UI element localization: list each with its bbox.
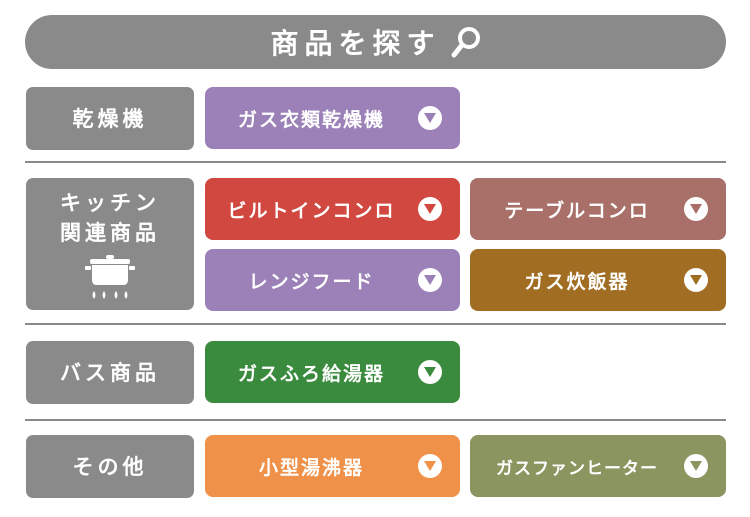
chevron-down-icon <box>684 268 708 292</box>
button-label: ガスファンヒーター <box>496 458 658 479</box>
category-bath-label: バス商品 <box>60 360 160 385</box>
category-other: その他 <box>26 435 194 498</box>
divider <box>25 323 726 325</box>
gas-clothes-dryer-button[interactable]: ガス衣類乾燥機 <box>205 87 460 149</box>
range-hood-button[interactable]: レンジフード <box>205 249 460 311</box>
button-label: ビルトインコンロ <box>227 199 396 222</box>
chevron-down-icon <box>418 454 442 478</box>
category-bath: バス商品 <box>26 341 194 404</box>
button-label: テーブルコンロ <box>504 199 650 222</box>
category-dryer: 乾燥機 <box>26 87 194 150</box>
builtin-stove-button[interactable]: ビルトインコンロ <box>205 178 460 240</box>
gas-fan-heater-button[interactable]: ガスファンヒーター <box>470 435 726 497</box>
button-label: ガスふろ給湯器 <box>237 362 385 385</box>
category-kitchen: キッチン 関連商品 <box>26 178 194 310</box>
gas-rice-cooker-button[interactable]: ガス炊飯器 <box>470 249 726 311</box>
button-label: レンジフード <box>248 270 375 293</box>
chevron-down-icon <box>418 197 442 221</box>
chevron-down-icon <box>418 360 442 384</box>
chevron-down-icon <box>418 268 442 292</box>
button-label: ガス炊飯器 <box>524 270 630 293</box>
divider <box>25 161 726 163</box>
chevron-down-icon <box>684 454 708 478</box>
chevron-down-icon <box>684 197 708 221</box>
button-label: 小型湯沸器 <box>258 456 364 479</box>
gas-bath-water-heater-button[interactable]: ガスふろ給湯器 <box>205 341 460 403</box>
category-other-label: その他 <box>72 454 148 479</box>
button-label: ガス衣類乾燥機 <box>237 108 385 131</box>
small-water-heater-button[interactable]: 小型湯沸器 <box>205 435 460 497</box>
chevron-down-icon <box>418 106 442 130</box>
category-kitchen-label-line1: キッチン <box>60 191 160 215</box>
pot-on-stove-icon <box>85 255 135 299</box>
table-stove-button[interactable]: テーブルコンロ <box>470 178 726 240</box>
page-title-bar: 商品を探す <box>25 15 726 69</box>
page-title: 商品を探す <box>270 27 441 60</box>
search-icon <box>451 27 480 58</box>
divider <box>25 419 726 421</box>
category-kitchen-label-line2: 関連商品 <box>60 221 160 245</box>
category-dryer-label: 乾燥機 <box>72 106 148 131</box>
